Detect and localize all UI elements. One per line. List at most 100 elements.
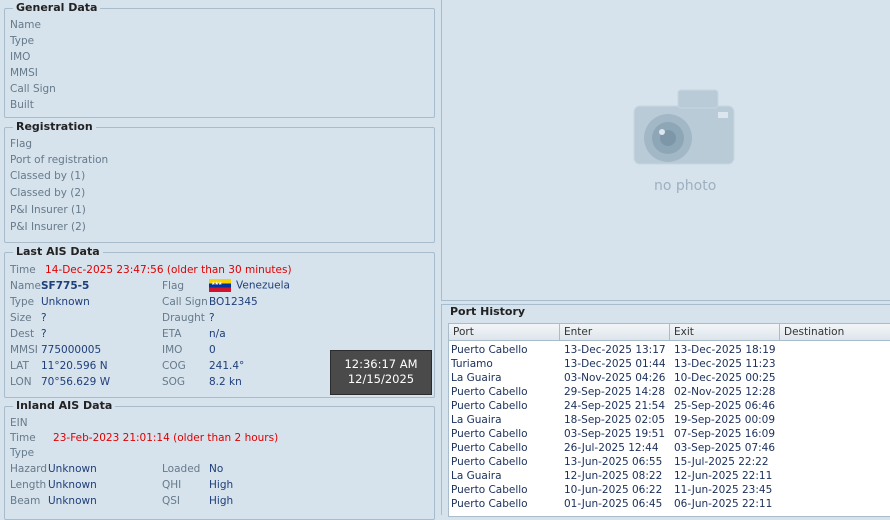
enter-cell: 12-Jun-2025 08:22 bbox=[564, 470, 663, 482]
clock-time: 12:36:17 AM bbox=[344, 357, 418, 371]
port-cell: Puerto Cabello bbox=[451, 386, 528, 398]
table-row[interactable]: La Guaira 03-Nov-2025 04:26 10-Dec-2025 00… bbox=[449, 371, 890, 385]
table-row[interactable]: La Guaira 18-Sep-2025 02:05 19-Sep-2025 00… bbox=[449, 413, 890, 427]
inland-qhi-value: High bbox=[209, 479, 234, 491]
col-header-port[interactable]: Port bbox=[449, 324, 560, 341]
ais-imo-label: IMO bbox=[162, 344, 183, 356]
enter-cell: 03-Nov-2025 04:26 bbox=[564, 372, 666, 384]
exit-cell: 10-Dec-2025 00:25 bbox=[674, 372, 776, 384]
ais-imo-value: 0 bbox=[209, 344, 216, 356]
port-cell: Puerto Cabello bbox=[451, 344, 528, 356]
reg-classed1-label: Classed by (1) bbox=[10, 170, 86, 182]
inland-type-label: Type bbox=[10, 447, 35, 459]
enter-cell: 24-Sep-2025 21:54 bbox=[564, 400, 666, 412]
last-ais-title: Last AIS Data bbox=[13, 245, 103, 258]
col-header-destination[interactable]: Destination bbox=[780, 324, 890, 341]
port-cell: Puerto Cabello bbox=[451, 442, 528, 454]
inland-hazard-value: Unknown bbox=[48, 463, 97, 475]
table-row[interactable]: Puerto Cabello 01-Jun-2025 06:45 06-Jun-20… bbox=[449, 497, 890, 511]
ais-sog-label: SOG bbox=[162, 376, 186, 388]
clock-date: 12/15/2025 bbox=[347, 372, 415, 386]
inland-time-label: Time bbox=[10, 432, 36, 444]
port-cell: La Guaira bbox=[451, 372, 502, 384]
enter-cell: 01-Jun-2025 06:45 bbox=[564, 498, 663, 510]
ais-callsign-label: Call Sign bbox=[162, 296, 208, 308]
enter-cell: 18-Sep-2025 02:05 bbox=[564, 414, 666, 426]
general-built-label: Built bbox=[10, 99, 34, 111]
ais-time-label: Time bbox=[10, 264, 36, 276]
exit-cell: 13-Dec-2025 11:23 bbox=[674, 358, 776, 370]
reg-insurer1-label: P&I Insurer (1) bbox=[10, 204, 86, 216]
table-row[interactable]: La Guaira 12-Jun-2025 08:22 12-Jun-2025 22… bbox=[449, 469, 890, 483]
inland-hazard-label: Hazard bbox=[10, 463, 48, 475]
inland-length-label: Length bbox=[10, 479, 47, 491]
exit-cell: 02-Nov-2025 12:28 bbox=[674, 386, 776, 398]
enter-cell: 10-Jun-2025 06:22 bbox=[564, 484, 663, 496]
table-row[interactable]: Puerto Cabello 13-Jun-2025 06:55 15-Jul-20… bbox=[449, 455, 890, 469]
ais-callsign-value: BO12345 bbox=[209, 296, 258, 308]
enter-cell: 13-Jun-2025 06:55 bbox=[564, 456, 663, 468]
ais-flag-label: Flag bbox=[162, 280, 185, 292]
port-cell: Turiamo bbox=[451, 358, 493, 370]
enter-cell: 13-Dec-2025 01:44 bbox=[564, 358, 666, 370]
ais-flag-value: Venezuela bbox=[236, 279, 290, 292]
table-row[interactable]: Puerto Cabello 03-Sep-2025 19:51 07-Sep-20… bbox=[449, 427, 890, 441]
table-row[interactable]: Turiamo 13-Dec-2025 01:44 13-Dec-2025 11:2… bbox=[449, 357, 890, 371]
venezuela-flag-icon bbox=[209, 279, 231, 292]
exit-cell: 13-Dec-2025 18:19 bbox=[674, 344, 776, 356]
ais-lat-label: LAT bbox=[10, 360, 29, 372]
port-cell: La Guaira bbox=[451, 414, 502, 426]
ais-eta-label: ETA bbox=[162, 328, 182, 340]
col-header-enter[interactable]: Enter bbox=[560, 324, 670, 341]
inland-ais-panel: Inland AIS Data EIN Time 23-Feb-2023 21:… bbox=[4, 399, 435, 520]
ais-size-label: Size bbox=[10, 312, 32, 324]
port-cell: Puerto Cabello bbox=[451, 400, 528, 412]
table-row[interactable]: Puerto Cabello 24-Sep-2025 21:54 25-Sep-20… bbox=[449, 399, 890, 413]
ais-eta-value: n/a bbox=[209, 328, 226, 340]
ais-dest-value: ? bbox=[41, 328, 47, 340]
ais-cog-value: 241.4° bbox=[209, 360, 245, 372]
inland-qsi-label: QSI bbox=[162, 495, 181, 507]
reg-port-label: Port of registration bbox=[10, 154, 109, 166]
ais-lon-label: LON bbox=[10, 376, 32, 388]
port-history-title: Port History bbox=[450, 305, 526, 318]
general-data-title: General Data bbox=[13, 1, 101, 14]
exit-cell: 06-Jun-2025 22:11 bbox=[674, 498, 773, 510]
ais-size-value: ? bbox=[41, 312, 47, 324]
ais-name-label: Name bbox=[10, 280, 41, 292]
inland-length-value: Unknown bbox=[48, 479, 97, 491]
port-cell: La Guaira bbox=[451, 470, 502, 482]
general-name-label: Name bbox=[10, 19, 41, 31]
inland-loaded-label: Loaded bbox=[162, 463, 201, 475]
port-cell: Puerto Cabello bbox=[451, 498, 528, 510]
table-row[interactable]: Puerto Cabello 13-Dec-2025 13:17 13-Dec-20… bbox=[449, 343, 890, 357]
ais-mmsi-label: MMSI bbox=[10, 344, 38, 356]
inland-time-value: 23-Feb-2023 21:01:14 (older than 2 hours… bbox=[53, 432, 279, 444]
exit-cell: 19-Sep-2025 00:09 bbox=[674, 414, 776, 426]
port-history-table[interactable]: Port Enter Exit Destination Puerto Cabel… bbox=[448, 323, 890, 517]
col-header-exit[interactable]: Exit bbox=[670, 324, 780, 341]
ais-name-value: SF775-5 bbox=[41, 280, 90, 292]
general-mmsi-label: MMSI bbox=[10, 67, 38, 79]
reg-flag-label: Flag bbox=[10, 138, 33, 150]
inland-beam-value: Unknown bbox=[48, 495, 97, 507]
ais-draught-label: Draught bbox=[162, 312, 205, 324]
reg-classed2-label: Classed by (2) bbox=[10, 187, 86, 199]
port-cell: Puerto Cabello bbox=[451, 456, 528, 468]
enter-cell: 29-Sep-2025 14:28 bbox=[564, 386, 666, 398]
table-row[interactable]: Puerto Cabello 29-Sep-2025 14:28 02-Nov-20… bbox=[449, 385, 890, 399]
enter-cell: 13-Dec-2025 13:17 bbox=[564, 344, 666, 356]
registration-panel: Registration Flag Port of registration C… bbox=[4, 120, 435, 243]
camera-icon bbox=[633, 89, 735, 165]
inland-qhi-label: QHI bbox=[162, 479, 182, 491]
general-callsign-label: Call Sign bbox=[10, 83, 56, 95]
inland-beam-label: Beam bbox=[10, 495, 41, 507]
exit-cell: 15-Jul-2025 22:22 bbox=[674, 456, 769, 468]
general-type-label: Type bbox=[10, 35, 35, 47]
ais-type-label: Type bbox=[10, 296, 35, 308]
ais-draught-value: ? bbox=[209, 312, 215, 324]
table-row[interactable]: Puerto Cabello 10-Jun-2025 06:22 11-Jun-20… bbox=[449, 483, 890, 497]
table-row[interactable]: Puerto Cabello 26-Jul-2025 12:44 03-Sep-20… bbox=[449, 441, 890, 455]
ais-cog-label: COG bbox=[162, 360, 186, 372]
inland-loaded-value: No bbox=[209, 463, 224, 475]
